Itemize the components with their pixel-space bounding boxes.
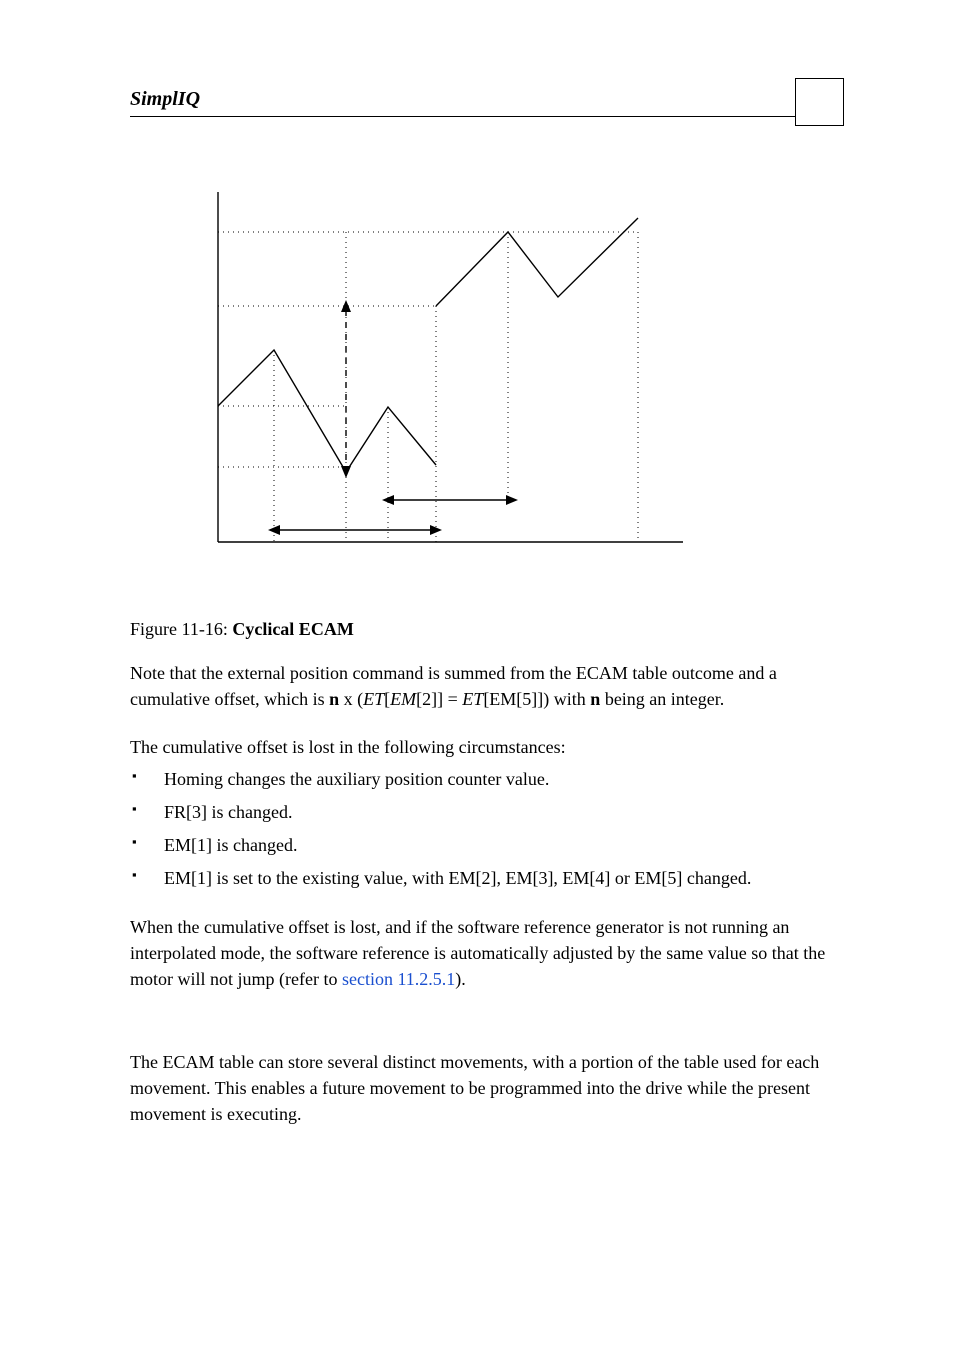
p1-text-d: [2]] = (416, 689, 462, 709)
figure-cyclical-ecam (178, 182, 844, 567)
section-link[interactable]: section 11.2.5.1 (342, 969, 455, 989)
p1-text-e: [EM[5]]) with (483, 689, 590, 709)
paragraph-3: When the cumulative offset is lost, and … (130, 914, 844, 992)
paragraph-2: The cumulative offset is lost in the fol… (130, 734, 844, 760)
page-header: SimplIQ (130, 88, 844, 126)
p1-it1: ET (363, 689, 384, 709)
figure-caption-title: Cyclical ECAM (232, 619, 353, 639)
ecam-chart-svg (178, 182, 693, 562)
header-box (795, 78, 844, 126)
bullet-list: Homing changes the auxiliary position co… (130, 766, 844, 892)
list-item: Homing changes the auxiliary position co… (130, 766, 844, 793)
header-rule (130, 116, 795, 117)
list-item: EM[1] is set to the existing value, with… (130, 865, 844, 892)
paragraph-1: Note that the external position command … (130, 660, 844, 712)
p1-it3: ET (462, 689, 483, 709)
figure-caption-label: Figure 11-16: (130, 619, 232, 639)
p1-text-f: being an integer. (600, 689, 724, 709)
p1-it2: EM (390, 689, 416, 709)
list-item: EM[1] is changed. (130, 832, 844, 859)
page: SimplIQ (0, 0, 954, 1351)
paragraph-4: The ECAM table can store several distinc… (130, 1049, 844, 1127)
list-item: FR[3] is changed. (130, 799, 844, 826)
p3-text-a: When the cumulative offset is lost, and … (130, 917, 825, 989)
p1-n2: n (590, 689, 600, 709)
brand-title: SimplIQ (130, 88, 795, 116)
p1-text-b: x ( (339, 689, 363, 709)
figure-caption: Figure 11-16: Cyclical ECAM (130, 619, 844, 640)
p1-n1: n (329, 689, 339, 709)
p3-text-b: ). (455, 969, 466, 989)
header-left: SimplIQ (130, 88, 795, 117)
